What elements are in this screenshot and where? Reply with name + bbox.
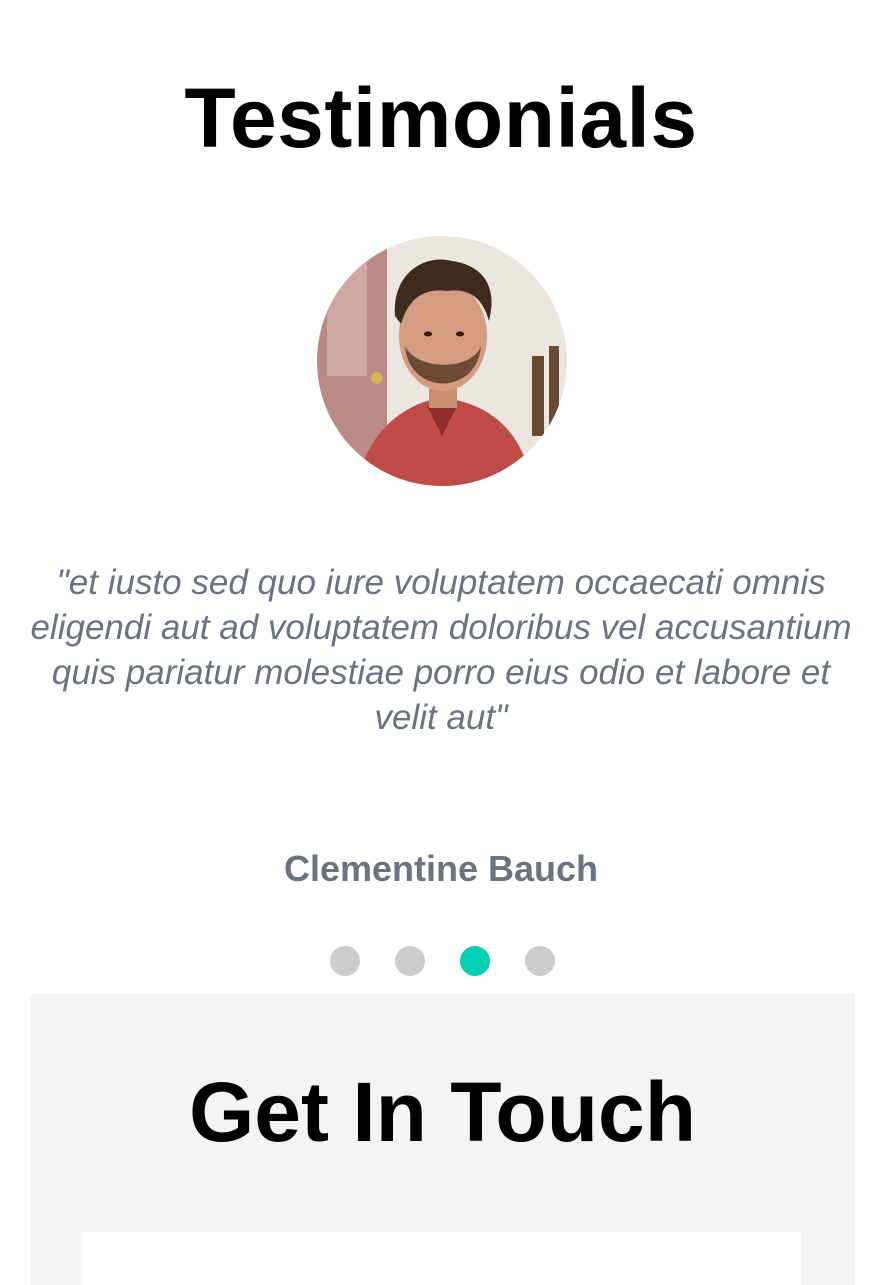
contact-form-card	[83, 1232, 801, 1285]
page: Testimonials "et iusto sed quo iure volu…	[0, 0, 882, 1285]
contact-section: Get In Touch	[30, 994, 855, 1285]
testimonials-title: Testimonials	[184, 71, 698, 165]
person-photo-icon	[317, 236, 567, 486]
testimonial-author: Clementine Bauch	[283, 848, 599, 889]
testimonial-avatar	[317, 236, 567, 486]
slider-dot-2[interactable]	[395, 946, 425, 976]
testimonial-quote: "et iusto sed quo iure voluptatem occaec…	[30, 563, 852, 737]
slider-dot-1[interactable]	[330, 946, 360, 976]
contact-title: Get In Touch	[188, 1065, 697, 1159]
slider-pagination	[330, 946, 560, 976]
slider-dot-3[interactable]	[460, 946, 490, 976]
slider-dot-4[interactable]	[525, 946, 555, 976]
